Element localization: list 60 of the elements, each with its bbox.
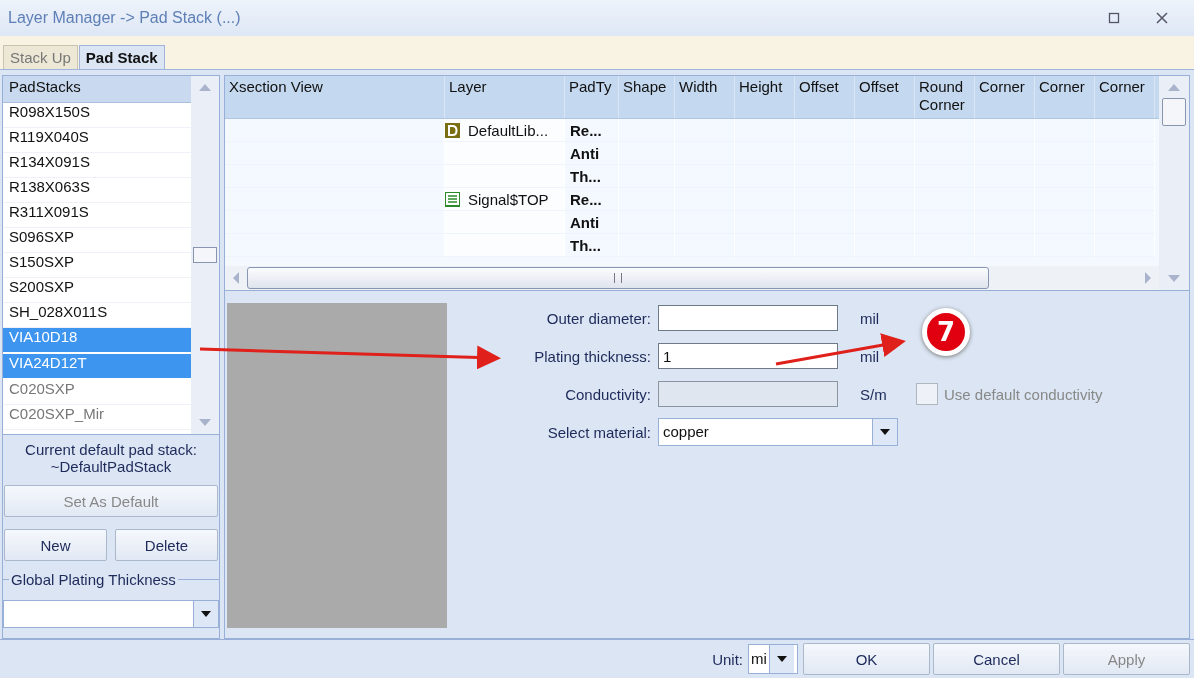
column-header[interactable]: Corner: [1035, 76, 1095, 118]
scroll-down-icon[interactable]: [197, 418, 213, 428]
scroll-left-icon[interactable]: [231, 270, 241, 286]
material-dropdown[interactable]: copper: [658, 418, 898, 446]
column-header[interactable]: PadTy: [565, 76, 619, 118]
column-header[interactable]: Offset: [855, 76, 915, 118]
scroll-up-icon[interactable]: [1166, 82, 1182, 92]
table-cell: Anti: [565, 211, 619, 234]
tab[interactable]: Stack Up: [3, 45, 78, 69]
table-cell: Anti: [565, 142, 619, 165]
scrollbar[interactable]: [191, 76, 219, 434]
unit-label: mil: [859, 309, 881, 327]
dropdown-arrow-icon[interactable]: [880, 429, 890, 435]
scroll-thumb[interactable]: [1162, 98, 1186, 126]
group-title: Global Plating Thickness: [10, 571, 177, 588]
scroll-up-icon[interactable]: [197, 82, 213, 92]
scroll-right-icon[interactable]: [1143, 270, 1153, 286]
table-cell: Re...: [565, 188, 619, 211]
field-label: Outer diameter:: [545, 309, 652, 327]
column-header[interactable]: Round Corner: [915, 76, 975, 118]
column-header[interactable]: Shape: [619, 76, 675, 118]
checkbox-label: Use default conductivity: [943, 385, 1103, 403]
unit-label: Unit:: [712, 650, 743, 668]
dialog-button[interactable]: Cancel: [933, 643, 1060, 675]
layer-name: Signal$TOP: [468, 190, 549, 208]
column-header[interactable]: Corner: [975, 76, 1035, 118]
column-header[interactable]: Xsection View: [225, 76, 445, 118]
field-label: Conductivity:: [564, 385, 652, 403]
unit-label: S/m: [859, 385, 888, 403]
table-cell: Th...: [565, 234, 619, 257]
column-header[interactable]: Width: [675, 76, 735, 118]
column-header[interactable]: Corner: [1095, 76, 1155, 118]
column-header[interactable]: Layer: [445, 76, 565, 118]
scroll-down-icon[interactable]: [1166, 274, 1182, 284]
scrollbar[interactable]: [225, 266, 1159, 290]
scrollbar[interactable]: [1159, 76, 1189, 290]
input-field[interactable]: [658, 305, 838, 331]
maximize-icon[interactable]: [1108, 12, 1120, 24]
column-header[interactable]: PadStacks: [3, 76, 191, 103]
window-title: Layer Manager -> Pad Stack (...): [8, 9, 241, 27]
dialog-button[interactable]: OK: [803, 643, 930, 675]
unit-label: mil: [859, 347, 881, 365]
input-field[interactable]: 1: [658, 343, 838, 369]
column-header[interactable]: Height: [735, 76, 795, 118]
column-header[interactable]: Offset: [795, 76, 855, 118]
delete-button[interactable]: Delete: [115, 529, 218, 561]
table-cell: Th...: [565, 165, 619, 188]
field-label: Select material:: [546, 423, 652, 441]
layer-name: DefaultLib...: [468, 121, 549, 139]
default-value: ~DefaultPadStack: [50, 458, 172, 475]
unit-dropdown[interactable]: mi: [748, 644, 798, 674]
dropdown-arrow-icon[interactable]: [201, 611, 211, 617]
dropdown-arrow-icon[interactable]: [776, 656, 787, 662]
tab[interactable]: Pad Stack: [78, 45, 165, 69]
scroll-thumb[interactable]: [193, 247, 217, 263]
close-icon[interactable]: [1156, 12, 1168, 24]
default-label: Current default pad stack:: [25, 441, 197, 458]
field-label: Plating thickness:: [533, 347, 652, 365]
new-button[interactable]: New: [4, 529, 107, 561]
table-cell: Re...: [565, 119, 619, 142]
